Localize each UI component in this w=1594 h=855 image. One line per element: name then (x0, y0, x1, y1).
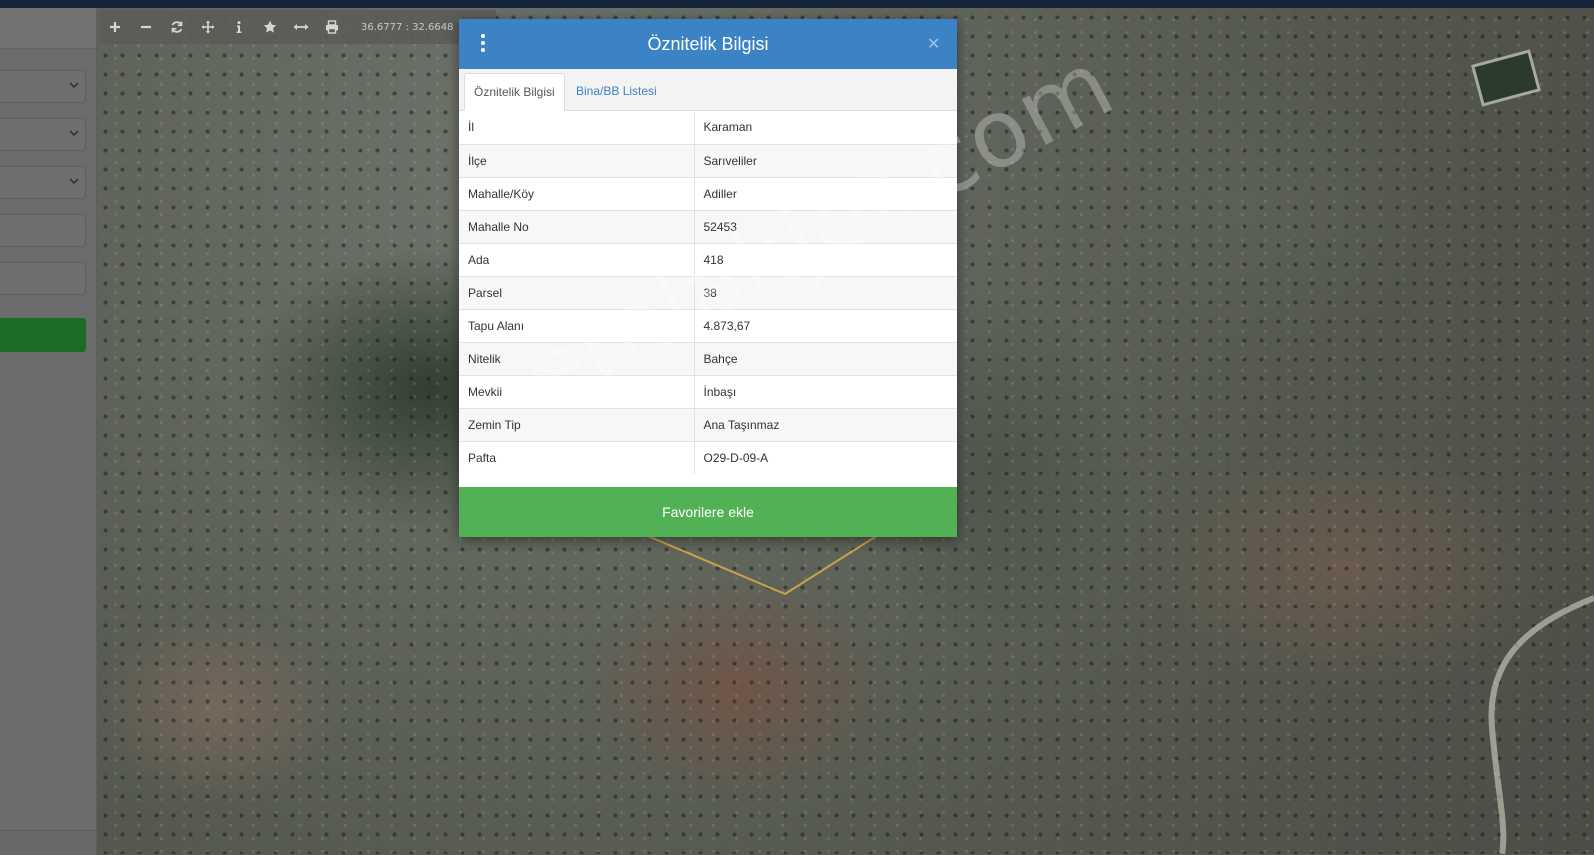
attribute-value: Bahçe (694, 341, 957, 375)
map-road (1488, 595, 1594, 854)
info-icon (236, 21, 241, 33)
popup-tabs: Öznitelik Bilgisi Bina/BB Listesi (459, 69, 957, 111)
attribute-value: Adiller (694, 176, 957, 210)
popup-header: Öznitelik Bilgisi ✕ (459, 19, 957, 69)
left-sidebar (0, 8, 97, 855)
attribute-value: Karaman (703, 120, 753, 135)
attribute-value: 52453 (694, 209, 957, 243)
popup-title: Öznitelik Bilgisi (647, 34, 769, 54)
parcel-input[interactable] (0, 262, 86, 295)
print-icon (325, 20, 338, 34)
attribute-table: İl Karaman İlçe Sarıveliler Mahalle/Köy Adill… (459, 111, 957, 474)
attribute-popup: Öznitelik Bilgisi ✕ Öznitelik Bilgisi Bi… (459, 19, 957, 537)
attribute-key: Parsel (459, 275, 695, 309)
arrows-horizontal-icon (293, 24, 308, 30)
sidebar-footer (0, 830, 96, 855)
attribute-key: Mahalle/Köy (459, 176, 695, 210)
attribute-row: Pafta O29-D-09-A (459, 440, 957, 474)
attribute-value: 418 (694, 242, 957, 276)
move-icon (201, 20, 214, 34)
attribute-row: Ada 418 (459, 242, 957, 276)
attribute-key: Mevkii (459, 374, 695, 408)
attribute-value: 4.873,67 (694, 308, 957, 342)
neighborhood-select[interactable] (0, 166, 86, 199)
top-bar (0, 0, 1594, 8)
add-to-favorites-button[interactable]: Favorilere ekle (459, 487, 957, 537)
info-button[interactable] (223, 10, 254, 44)
map-toolbar: 36.6777 : 32.6648 (99, 10, 496, 44)
attribute-key: Nitelik (459, 341, 695, 375)
attribute-row: Zemin Tip Ana Taşınmaz (459, 407, 957, 441)
close-icon[interactable]: ✕ (927, 34, 940, 53)
chevron-down-icon (69, 130, 79, 137)
attribute-key: Zemin Tip (459, 407, 695, 441)
attribute-key: Tapu Alanı (459, 308, 695, 342)
water-tank (1470, 49, 1542, 107)
minus-icon (140, 25, 151, 29)
attribute-row: Mahalle No 52453 (459, 209, 957, 243)
tab-attribute-info[interactable]: Öznitelik Bilgisi (464, 73, 565, 111)
sidebar-header (0, 8, 96, 49)
attribute-row: Nitelik Bahçe (459, 341, 957, 375)
attribute-key: Pafta (459, 440, 695, 474)
attribute-row: Parsel 38 (459, 275, 957, 309)
province-select[interactable] (0, 70, 86, 103)
block-input[interactable] (0, 214, 86, 247)
district-select[interactable] (0, 118, 86, 151)
attribute-key: Ada (459, 242, 695, 276)
attribute-value: 38 (694, 275, 957, 309)
attribute-row: Mevkii İnbaşı (459, 374, 957, 408)
refresh-button[interactable] (161, 10, 192, 44)
print-button[interactable] (316, 10, 347, 44)
coordinates-readout: 36.6777 : 32.6648 (361, 21, 454, 33)
favorite-button[interactable] (254, 10, 285, 44)
attribute-value: O29-D-09-A (694, 440, 957, 474)
plus-icon (109, 22, 120, 32)
zoom-out-button[interactable] (130, 10, 161, 44)
attribute-row: Tapu Alanı 4.873,67 (459, 308, 957, 342)
chevron-down-icon (69, 178, 79, 185)
attribute-row: İl Karaman (459, 111, 957, 144)
zoom-in-button[interactable] (99, 10, 130, 44)
attribute-value: Sarıveliler (694, 143, 957, 177)
attribute-key: İl (459, 111, 695, 144)
query-button[interactable] (0, 318, 86, 352)
tab-building-list[interactable]: Bina/BB Listesi (567, 73, 666, 110)
attribute-row: Mahalle/Köy Adiller (459, 176, 957, 210)
measure-button[interactable] (285, 10, 316, 44)
star-icon (263, 20, 276, 33)
attribute-value: İnbaşı (694, 374, 957, 408)
refresh-icon (171, 21, 182, 33)
attribute-key: Mahalle No (459, 209, 695, 243)
attribute-value: Ana Taşınmaz (694, 407, 957, 441)
chevron-down-icon (69, 82, 79, 89)
attribute-row: İlçe Sarıveliler (459, 143, 957, 177)
attribute-key: İlçe (459, 143, 695, 177)
pan-button[interactable] (192, 10, 223, 44)
